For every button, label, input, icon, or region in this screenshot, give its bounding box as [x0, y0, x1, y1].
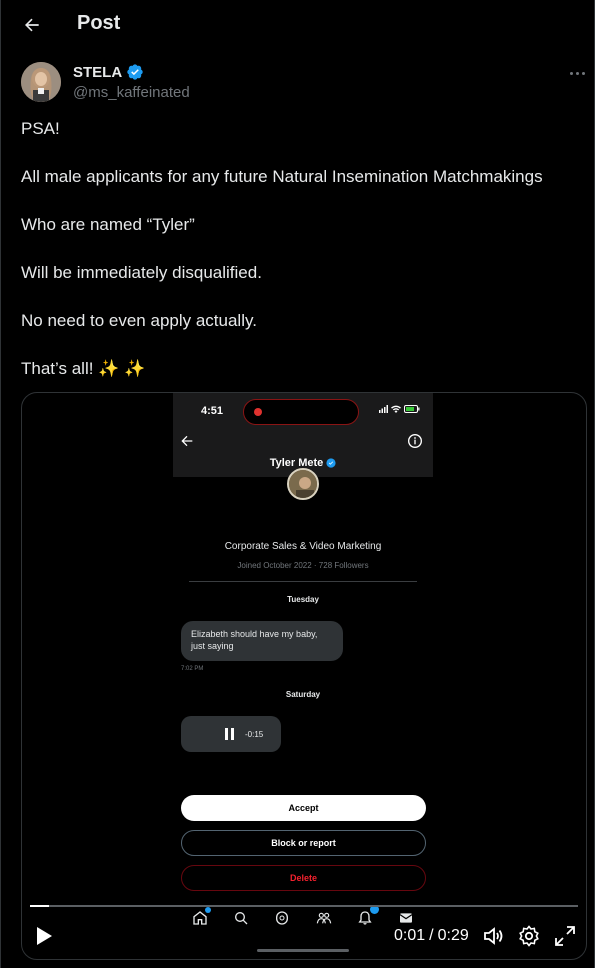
play-icon[interactable] [34, 925, 54, 947]
page-title: Post [77, 12, 121, 34]
author-name[interactable]: STELA [73, 63, 144, 81]
post-text-line: PSA! [21, 119, 60, 138]
wifi-icon [391, 405, 401, 413]
grok-icon [274, 910, 290, 926]
post-text-line: Who are named “Tyler” [21, 215, 195, 234]
video-progress-bar[interactable] [30, 905, 578, 907]
audio-time: -0:15 [245, 730, 264, 739]
pause-icon [225, 728, 237, 740]
home-notification-dot [204, 907, 211, 913]
fullscreen-icon[interactable] [553, 924, 577, 948]
author-display-name: STELA [73, 63, 123, 81]
communities-icon [316, 910, 332, 926]
phone-status-time: 4:51 [201, 405, 224, 417]
search-icon [233, 910, 249, 926]
day-separator: Tuesday [287, 595, 319, 604]
more-horizontal-icon [569, 71, 573, 75]
contact-name-text: Tyler Mete [269, 457, 324, 469]
day-separator: Saturday [285, 690, 321, 699]
video-player[interactable]: 4:51 Tyler Mete Corporate Sales & Video … [21, 392, 587, 960]
video-current-time: 0:01 [394, 927, 426, 944]
contact-avatar [287, 468, 319, 500]
audio-message: -0:15 [181, 716, 281, 752]
author-avatar[interactable] [21, 62, 61, 102]
verified-badge-icon [127, 64, 143, 80]
more-dot [575, 71, 579, 75]
divider [189, 581, 417, 582]
message-bubble: Elizabeth should have my baby, just sayi… [181, 621, 343, 661]
signal-icon [379, 405, 388, 413]
post-text-line: That’s all! ✨ ✨ [21, 359, 146, 378]
phone-home-indicator [257, 949, 349, 952]
video-progress-fill [30, 905, 49, 907]
contact-bio: Corporate Sales & Video Marketing [224, 541, 382, 552]
notifications-icon [357, 905, 379, 926]
page-header: Post [1, 0, 595, 50]
block-or-report-button: Block or report [181, 830, 426, 856]
post-text-line: No need to even apply actually. [21, 311, 257, 330]
back-button[interactable] [15, 8, 49, 42]
arrow-left-icon [25, 18, 39, 32]
phone-info-icon [408, 434, 422, 448]
dynamic-island [243, 399, 359, 425]
settings-icon[interactable] [517, 924, 541, 948]
video-time-separator: / [429, 927, 434, 944]
recording-dot-icon [254, 408, 262, 416]
delete-button: Delete [181, 865, 426, 891]
post-text-line: All male applicants for any future Natur… [21, 167, 543, 186]
verified-badge-icon [326, 458, 336, 468]
post-page: Post STELA @ms_kaffeinated PSA! All male… [0, 0, 595, 968]
video-time-readout: 0:01 / 0:29 [394, 927, 469, 945]
video-duration: 0:29 [437, 927, 469, 944]
messages-icon [398, 910, 414, 926]
more-options-button[interactable] [563, 64, 591, 82]
avatar-image [21, 62, 61, 102]
author-handle[interactable]: @ms_kaffeinated [73, 84, 190, 101]
home-icon [192, 907, 211, 926]
post-text-line: Will be immediately disqualified. [21, 263, 262, 282]
message-time: 7:02 PM [181, 666, 204, 672]
video-frame-phone-screenshot: 4:51 Tyler Mete Corporate Sales & Video … [173, 393, 433, 959]
contact-meta: Joined October 2022 · 728 Followers [237, 561, 369, 570]
volume-icon[interactable] [482, 924, 506, 948]
phone-back-arrow-icon [181, 435, 193, 447]
accept-button: Accept [181, 795, 426, 821]
more-dot [581, 71, 585, 75]
battery-icon [404, 405, 420, 413]
contact-avatar-image [289, 470, 317, 498]
phone-status-icons [379, 405, 420, 413]
